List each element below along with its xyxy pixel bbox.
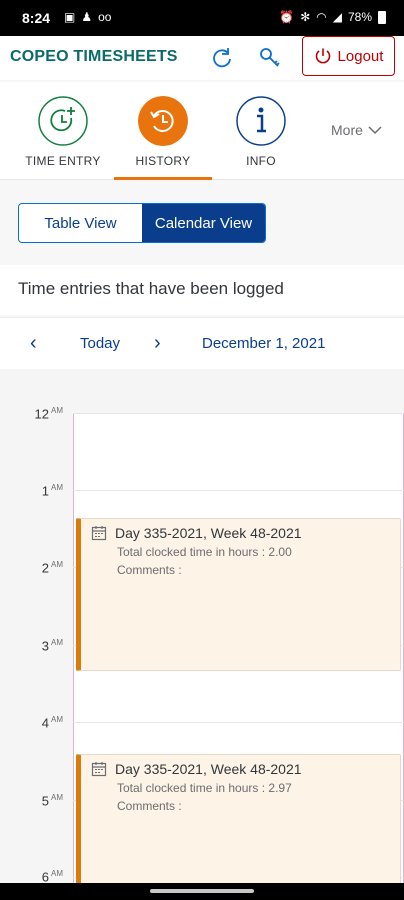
app-screen: COPEO TIMESHEETS Logout TIME ENTRY HISTO…	[0, 36, 404, 883]
chevron-down-icon	[368, 126, 382, 135]
calendar-appointment[interactable]: Day 335-2021, Week 48-2021 Total clocked…	[76, 754, 401, 883]
history-icon	[138, 96, 188, 146]
battery-percent: 78%	[347, 10, 372, 24]
subtitle-bar: Time entries that have been logged	[0, 265, 404, 315]
calendar-navigation: ‹ Today › December 1, 2021	[0, 317, 404, 369]
tab-history-label: HISTORY	[135, 154, 191, 168]
calendar-icon	[91, 762, 107, 777]
alarm-icon: ⏰	[279, 10, 295, 24]
wifi-icon: ◠	[316, 10, 327, 24]
appointment-title: Day 335-2021, Week 48-2021	[115, 761, 302, 777]
previous-day-button[interactable]: ‹	[30, 332, 37, 355]
appointment-comments: Comments :	[117, 799, 182, 813]
icon-tab-bar: TIME ENTRY HISTORY INFO More	[0, 82, 404, 180]
voicemail-icon: oo	[98, 10, 112, 24]
home-handle[interactable]	[150, 889, 254, 893]
hour-column: 12 AM 1 AM 2 AM 3 AM 4 AM 5 AM 6 AM	[0, 369, 73, 883]
clock-add-icon	[38, 96, 88, 146]
hour-label: 12 AM	[34, 406, 63, 422]
calendar-icon	[91, 526, 107, 541]
hour-label: 5 AM	[41, 793, 63, 809]
logout-label: Logout	[337, 47, 384, 65]
page-subtitle: Time entries that have been logged	[18, 279, 284, 298]
notification-icon: ♟	[81, 10, 93, 24]
power-icon	[315, 48, 330, 64]
today-button[interactable]: Today	[80, 335, 120, 352]
bluetooth-icon: ✻	[300, 10, 311, 24]
tab-history[interactable]: HISTORY	[114, 82, 212, 180]
hour-label: 2 AM	[41, 560, 63, 576]
status-bar: 8:24 ▣ ♟ oo ⏰ ✻ ◠ ◢ 78%	[0, 0, 404, 36]
hour-label: 1 AM	[41, 483, 63, 499]
refresh-icon[interactable]	[208, 44, 236, 72]
app-header: COPEO TIMESHEETS Logout	[0, 36, 404, 80]
tab-time-entry-label: TIME ENTRY	[25, 154, 101, 168]
more-button[interactable]: More	[331, 122, 383, 138]
view-toggle: Table View Calendar View	[18, 203, 266, 243]
signal-icon: ◢	[332, 10, 342, 24]
status-time: 8:24	[22, 10, 51, 26]
date-picker-button[interactable]: December 1, 2021	[202, 335, 325, 352]
appointment-comments: Comments :	[117, 563, 182, 577]
hour-label: 6 AM	[41, 869, 63, 883]
notification-icons: ▣ ♟ oo	[64, 10, 111, 24]
app-title: COPEO TIMESHEETS	[10, 48, 178, 65]
calendar-appointment[interactable]: Day 335-2021, Week 48-2021 Total clocked…	[76, 518, 401, 671]
logout-button[interactable]: Logout	[302, 36, 395, 76]
table-view-button[interactable]: Table View	[19, 204, 142, 242]
hour-label: 4 AM	[41, 715, 63, 731]
next-day-button[interactable]: ›	[154, 332, 161, 355]
appointment-total: Total clocked time in hours : 2.00	[117, 545, 292, 559]
appointment-total: Total clocked time in hours : 2.97	[117, 781, 292, 795]
appointment-title: Day 335-2021, Week 48-2021	[115, 525, 302, 541]
more-label: More	[331, 122, 363, 138]
hour-line	[73, 722, 404, 723]
info-icon	[236, 96, 286, 146]
system-icons: ⏰ ✻ ◠ ◢ 78%	[279, 10, 386, 24]
calendar-view-button[interactable]: Calendar View	[142, 204, 265, 242]
hour-line	[73, 413, 404, 414]
image-icon: ▣	[64, 10, 76, 24]
hour-line	[73, 490, 404, 491]
calendar-day-grid: 12 AM 1 AM 2 AM 3 AM 4 AM 5 AM 6 AM Day 335-202…	[0, 369, 404, 883]
system-nav-bar	[0, 883, 404, 900]
key-icon[interactable]	[256, 44, 284, 72]
hour-label: 3 AM	[41, 638, 63, 654]
tab-info-label: INFO	[246, 154, 276, 168]
tab-time-entry[interactable]: TIME ENTRY	[14, 82, 112, 180]
battery-icon	[378, 10, 386, 24]
tab-info[interactable]: INFO	[212, 82, 310, 180]
